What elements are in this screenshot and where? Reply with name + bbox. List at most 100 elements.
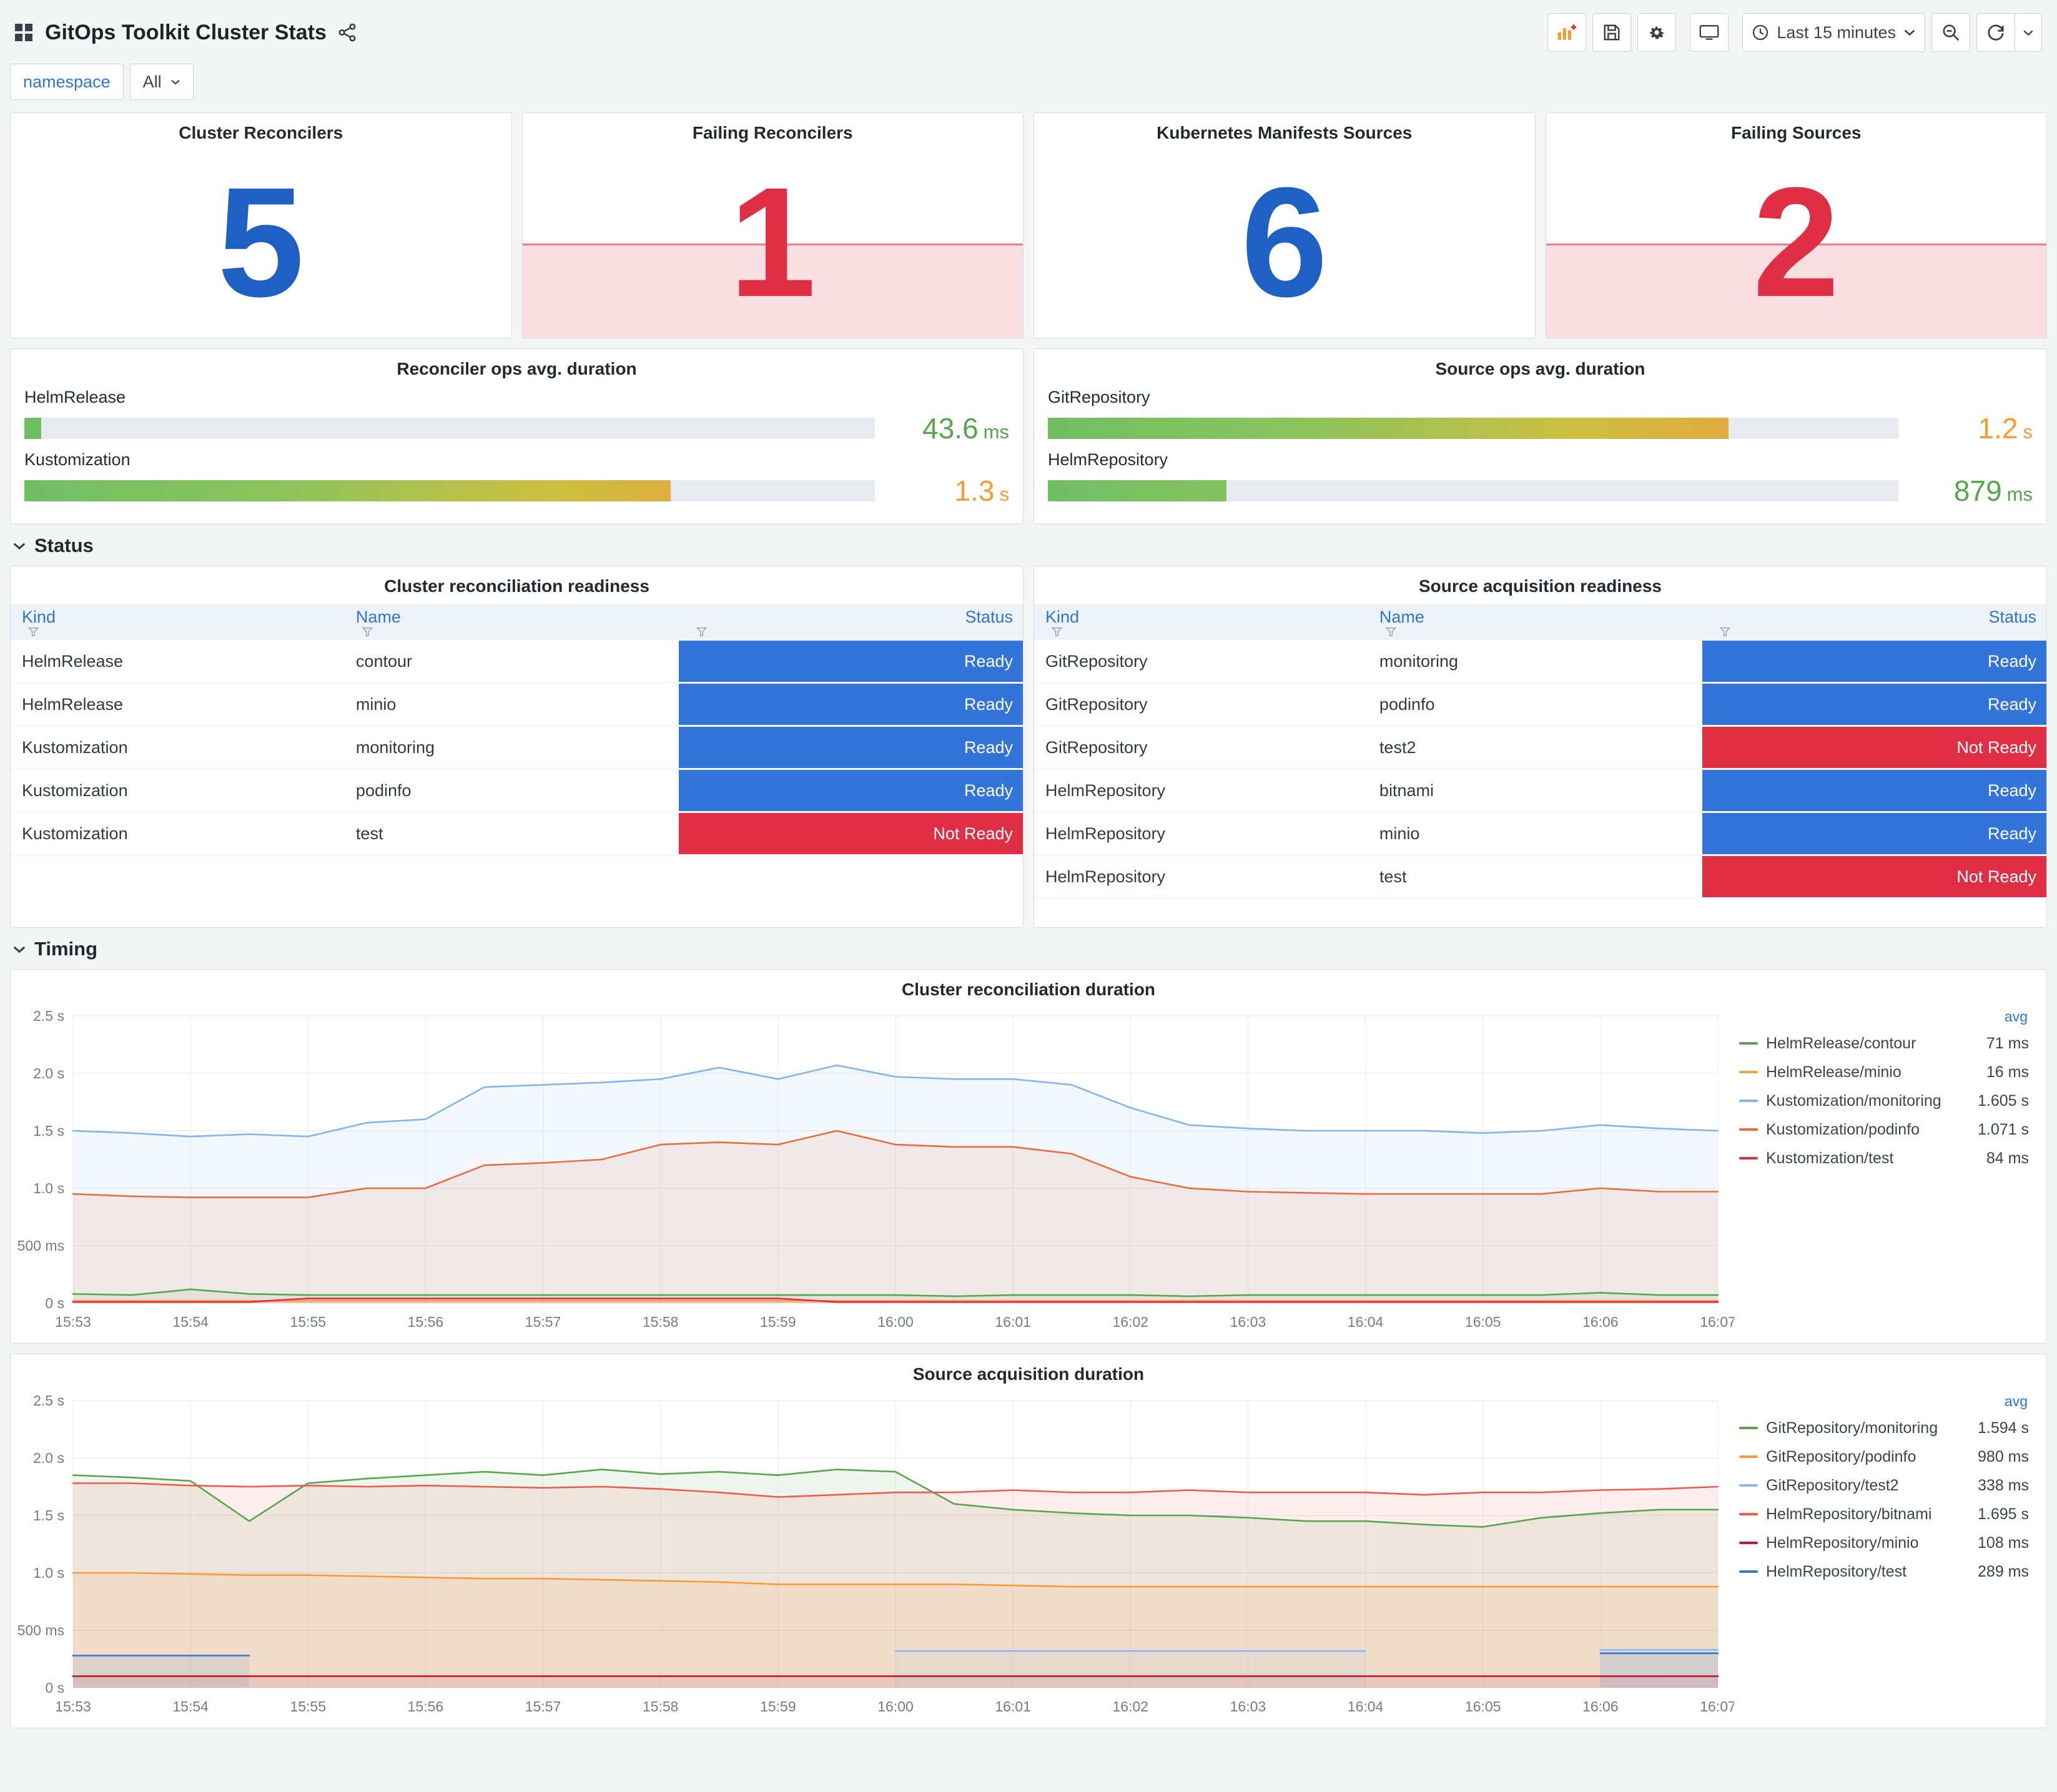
- grafana-dashboard: GitOps Toolkit Cluster Stats Last 15 min…: [0, 0, 2057, 1792]
- table-row[interactable]: HelmRelease contour Ready: [11, 640, 1023, 683]
- legend-item[interactable]: GitRepository/test2 338 ms: [1739, 1471, 2029, 1500]
- panel-title: Cluster reconciliation duration: [901, 980, 1156, 999]
- cell-kind: HelmRepository: [1034, 769, 1368, 812]
- svg-text:16:02: 16:02: [1113, 1698, 1149, 1715]
- table-row[interactable]: Kustomization test Not Ready: [11, 812, 1023, 855]
- refresh-button[interactable]: [1976, 13, 2015, 52]
- filter-icon[interactable]: [362, 627, 373, 637]
- time-range-picker[interactable]: Last 15 minutes: [1742, 13, 1925, 52]
- series-color-marker: [1739, 1128, 1758, 1131]
- legend-item[interactable]: Kustomization/podinfo 1.071 s: [1739, 1115, 2029, 1144]
- legend-item[interactable]: HelmRelease/minio 16 ms: [1739, 1058, 2029, 1086]
- svg-text:15:53: 15:53: [55, 1698, 91, 1715]
- table-row[interactable]: HelmRepository test Not Ready: [1034, 855, 2046, 898]
- svg-text:16:07: 16:07: [1700, 1698, 1734, 1715]
- dashboards-grid-icon[interactable]: [14, 22, 34, 42]
- gauge-value: 1.3 s: [954, 475, 1009, 507]
- filter-icon[interactable]: [1052, 627, 1062, 637]
- series-name: HelmRepository/bitnami: [1766, 1505, 1932, 1523]
- series-color-marker: [1739, 1484, 1758, 1487]
- column-header-status[interactable]: Status: [678, 604, 1023, 640]
- legend-item[interactable]: HelmRepository/bitnami 1.695 s: [1739, 1500, 2029, 1529]
- legend-avg-header: avg: [2004, 1393, 2028, 1409]
- cell-name: podinfo: [1368, 682, 1702, 726]
- stat-row: Cluster Reconcilers 5 Failing Reconciler…: [10, 112, 2047, 338]
- table-row[interactable]: Kustomization monitoring Ready: [11, 726, 1023, 769]
- gauge-label: Kustomization: [24, 450, 131, 469]
- table-row[interactable]: GitRepository test2 Not Ready: [1034, 726, 2046, 769]
- column-header-kind[interactable]: Kind: [1034, 604, 1368, 640]
- svg-text:15:53: 15:53: [55, 1314, 91, 1330]
- svg-text:16:04: 16:04: [1348, 1698, 1384, 1715]
- save-dashboard-button[interactable]: [1592, 13, 1632, 52]
- row-toggle-timing[interactable]: Timing: [12, 938, 2045, 960]
- filter-icon[interactable]: [1719, 627, 1730, 637]
- legend-item[interactable]: GitRepository/monitoring 1.594 s: [1739, 1414, 2029, 1442]
- legend-item[interactable]: HelmRepository/minio 108 ms: [1739, 1529, 2029, 1557]
- column-header-name[interactable]: Name: [1368, 604, 1702, 640]
- svg-text:16:01: 16:01: [995, 1314, 1031, 1330]
- svg-text:16:06: 16:06: [1582, 1314, 1619, 1330]
- bar-gauge-row: Kustomization 1.3 s: [24, 450, 1009, 508]
- series-color-marker: [1739, 1513, 1758, 1515]
- cell-status: Ready: [678, 726, 1023, 769]
- add-panel-button[interactable]: [1547, 13, 1587, 52]
- panel-source-acquisition-duration: Source acquisition duration 15:53 15:54 15…: [10, 1354, 2047, 1728]
- legend-item[interactable]: Kustomization/test 84 ms: [1739, 1144, 2029, 1173]
- svg-text:16:00: 16:00: [877, 1314, 914, 1330]
- time-series-plot[interactable]: 15:53 15:54 15:55 15:56 15:57 15:58 15:59 16:00…: [13, 1003, 1734, 1338]
- table-row[interactable]: GitRepository podinfo Ready: [1034, 682, 2046, 726]
- chevron-down-icon: [12, 945, 26, 954]
- series-avg-value: 16 ms: [1986, 1063, 2029, 1081]
- svg-text:16:07: 16:07: [1700, 1314, 1734, 1330]
- table-row[interactable]: HelmRepository minio Ready: [1034, 812, 2046, 855]
- table-row[interactable]: Kustomization podinfo Ready: [11, 769, 1023, 812]
- dashboard-settings-button[interactable]: [1637, 13, 1677, 52]
- dashboard-header: GitOps Toolkit Cluster Stats Last 15 min…: [10, 7, 2047, 57]
- filter-icon[interactable]: [28, 627, 39, 637]
- column-header-kind[interactable]: Kind: [11, 604, 345, 640]
- filter-icon[interactable]: [696, 627, 707, 637]
- row-title: Status: [34, 534, 94, 556]
- row-toggle-status[interactable]: Status: [12, 534, 2045, 557]
- legend-item[interactable]: HelmRepository/test 289 ms: [1739, 1557, 2029, 1586]
- cell-kind: Kustomization: [11, 812, 345, 855]
- refresh-interval-dropdown[interactable]: [2015, 13, 2042, 52]
- table-row[interactable]: HelmRelease minio Ready: [11, 682, 1023, 726]
- svg-text:15:58: 15:58: [643, 1314, 679, 1330]
- time-series-plot[interactable]: 15:53 15:54 15:55 15:56 15:57 15:58 15:59 16:00…: [13, 1388, 1734, 1723]
- legend-item[interactable]: GitRepository/podinfo 980 ms: [1739, 1442, 2029, 1471]
- svg-text:16:03: 16:03: [1230, 1698, 1266, 1715]
- series-name: GitRepository/podinfo: [1766, 1447, 1916, 1465]
- legend-item[interactable]: HelmRelease/contour 71 ms: [1739, 1029, 2029, 1058]
- panel-failing-reconcilers: Failing Reconcilers 1: [521, 112, 1024, 338]
- series-name: HelmRelease/contour: [1766, 1034, 1916, 1052]
- readiness-table: Kind Name Status HelmRelease contour Ready Hel…: [11, 604, 1023, 855]
- gauge-label: HelmRepository: [1048, 450, 1168, 469]
- series-avg-value: 1.594 s: [1977, 1419, 2029, 1437]
- table-row[interactable]: HelmRepository bitnami Ready: [1034, 769, 2046, 812]
- variable-label-namespace[interactable]: namespace: [10, 64, 124, 100]
- panel-title: Failing Sources: [1731, 123, 1862, 142]
- series-avg-value: 1.071 s: [1977, 1120, 2029, 1138]
- variable-value-dropdown[interactable]: All: [129, 64, 194, 100]
- legend-item[interactable]: Kustomization/monitoring 1.605 s: [1739, 1086, 2029, 1115]
- zoom-out-button[interactable]: [1931, 13, 1970, 52]
- cell-status: Ready: [678, 769, 1023, 812]
- series-color-marker: [1739, 1100, 1758, 1102]
- share-icon[interactable]: [338, 23, 357, 42]
- cell-status: Not Ready: [1702, 855, 2046, 898]
- cell-status: Not Ready: [1702, 726, 2046, 769]
- cycle-view-mode-button[interactable]: [1690, 13, 1729, 52]
- panel-title: Source acquisition duration: [912, 1364, 1145, 1384]
- table-row[interactable]: GitRepository monitoring Ready: [1034, 640, 2046, 683]
- chart-legend: avg HelmRelease/contour 71 ms HelmRelease/m…: [1734, 1003, 2040, 1338]
- filter-icon[interactable]: [1385, 627, 1396, 637]
- panel-title: Cluster reconciliation readiness: [384, 576, 649, 596]
- column-header-status[interactable]: Status: [1702, 604, 2046, 640]
- panel-title: Failing Reconcilers: [692, 123, 853, 142]
- svg-text:15:59: 15:59: [760, 1698, 796, 1715]
- svg-text:2.0 s: 2.0 s: [33, 1450, 64, 1466]
- bar-gauge-row: HelmRelease 43.6 ms: [24, 388, 1009, 445]
- column-header-name[interactable]: Name: [344, 604, 679, 640]
